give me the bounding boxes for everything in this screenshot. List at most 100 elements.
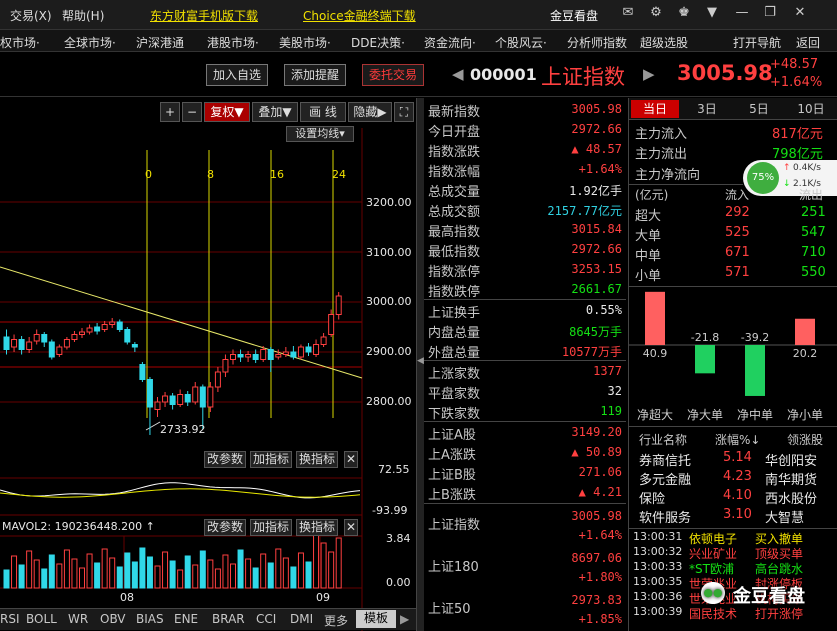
sector-name[interactable]: 软件服务 xyxy=(639,507,691,526)
sector-leader[interactable]: 大智慧 xyxy=(765,507,804,526)
shirt-icon[interactable]: ♚ xyxy=(674,5,694,23)
sector-hdr-pct[interactable]: 涨幅%↓ xyxy=(715,431,760,448)
nav-item[interactable]: 返回 xyxy=(796,34,820,51)
tab-dmi[interactable]: DMI xyxy=(290,612,313,626)
osc-switch-button[interactable]: 换指标 xyxy=(296,451,338,468)
volume-bar xyxy=(237,549,244,589)
candle-body xyxy=(48,341,55,358)
tab-today[interactable]: 当日 xyxy=(631,100,679,118)
osc-add-button[interactable]: 加指标 xyxy=(250,451,292,468)
tab-more[interactable]: 更多 xyxy=(324,612,348,629)
sector-leader[interactable]: 南华期货 xyxy=(765,469,817,488)
gear-icon[interactable]: ⚙ xyxy=(646,5,666,23)
tab-obv[interactable]: OBV xyxy=(100,612,126,626)
quote-value: +1.64% xyxy=(578,162,622,176)
tab-wr[interactable]: WR xyxy=(68,612,88,626)
menu-trade[interactable]: 交易(Ⅹ) xyxy=(10,7,52,24)
nav-item[interactable]: 个股风云· xyxy=(495,34,547,51)
sector-leader[interactable]: 西水股份 xyxy=(765,488,817,507)
vol-add-button[interactable]: 加指标 xyxy=(250,519,292,536)
osc-reset-button[interactable]: 改参数 xyxy=(204,451,246,468)
tab-5day[interactable]: 5日 xyxy=(735,100,783,118)
close-icon[interactable]: ✕ xyxy=(344,519,358,536)
nav-item[interactable]: 全球市场· xyxy=(64,34,116,51)
tab-ene[interactable]: ENE xyxy=(174,612,198,626)
volume-bar xyxy=(297,552,304,589)
net-label: 主力净流向 xyxy=(635,168,701,183)
volume-bar xyxy=(3,569,10,589)
nav-item[interactable]: 超级选股 xyxy=(640,34,688,51)
collapse-icon[interactable]: ◀ xyxy=(417,356,424,366)
related-index-row[interactable]: 上证180 8697.06 +1.80% xyxy=(424,548,626,588)
candle-body xyxy=(199,386,206,408)
tab-10day[interactable]: 10日 xyxy=(787,100,835,118)
quote-row: 下跌家数 119 xyxy=(424,401,626,422)
tab-cci[interactable]: CCI xyxy=(256,612,276,626)
tab-boll[interactable]: BOLL xyxy=(26,612,57,626)
close-icon[interactable]: ✕ xyxy=(790,5,810,23)
sector-hdr-leader[interactable]: 领涨股 xyxy=(787,431,823,448)
close-icon[interactable]: ✕ xyxy=(344,451,358,468)
add-watchlist-button[interactable]: 加入自选 xyxy=(206,64,268,86)
quote-key: 最新指数 xyxy=(428,105,481,120)
quote-value: 271.06 xyxy=(578,465,622,479)
related-price: 2973.83 xyxy=(571,593,622,607)
nav-item[interactable]: 沪深港通 xyxy=(136,34,184,51)
minimize-icon[interactable]: — xyxy=(732,5,752,23)
tab-3day[interactable]: 3日 xyxy=(683,100,731,118)
osc-line xyxy=(0,488,361,498)
add-alert-button[interactable]: 添加提醒 xyxy=(284,64,346,86)
nav-item[interactable]: 美股市场· xyxy=(279,34,331,51)
volume-bar xyxy=(139,547,146,589)
nav-item[interactable]: 港股市场· xyxy=(207,34,259,51)
sector-name[interactable]: 多元金融 xyxy=(639,469,691,488)
tab-rsi[interactable]: RSI xyxy=(0,612,20,626)
mail-icon[interactable]: ✉ xyxy=(618,5,638,23)
related-index-row[interactable]: 上证指数 3005.98 +1.64% xyxy=(424,506,626,546)
volume-bar xyxy=(260,553,267,589)
quote-value: 3253.15 xyxy=(571,262,622,276)
quote-value: ▲ 50.89 xyxy=(571,445,622,459)
candle-body xyxy=(297,346,304,358)
quote-value: 32 xyxy=(607,384,622,398)
sector-hdr-name[interactable]: 行业名称 xyxy=(639,431,687,448)
flow-row-in: 525 xyxy=(725,225,750,240)
related-index-row[interactable]: 上证50 2973.83 +1.85% xyxy=(424,590,626,630)
vol-reset-button[interactable]: 改参数 xyxy=(204,519,246,536)
next-icon[interactable]: ▶ xyxy=(643,65,655,83)
quote-row: 上证B股 271.06 xyxy=(424,462,626,483)
sector-leader[interactable]: 华创阳安 xyxy=(765,450,817,469)
window-title: 金豆看盘 xyxy=(550,9,599,23)
nav-item[interactable]: 资金流向· xyxy=(424,34,476,51)
nav-item[interactable]: 打开导航 xyxy=(733,34,781,51)
scroll-right-icon[interactable]: ▶ xyxy=(400,612,409,626)
menu-help[interactable]: 帮助(H) xyxy=(62,7,104,24)
tab-template[interactable]: 模板 xyxy=(356,610,396,628)
candle-body xyxy=(26,341,33,350)
nav-item[interactable]: DDE决策· xyxy=(351,34,405,51)
splitter[interactable]: ◀ xyxy=(417,98,424,631)
quote-row: 上A涨跌 ▲ 50.89 xyxy=(424,442,626,463)
sector-name[interactable]: 保险 xyxy=(639,488,665,507)
quote-key: 指数跌停 xyxy=(428,285,481,300)
sector-pct: 5.14 xyxy=(723,450,752,465)
prev-icon[interactable]: ◀ xyxy=(452,65,464,83)
candle-body xyxy=(101,324,108,330)
trade-button[interactable]: 委托交易 xyxy=(362,64,424,86)
flow-hdr-in: 流入 xyxy=(725,188,750,202)
sector-name[interactable]: 券商信托 xyxy=(639,450,691,469)
quote-value: 10577万手 xyxy=(561,345,622,359)
tab-bias[interactable]: BIAS xyxy=(136,612,164,626)
candle-body xyxy=(131,344,138,348)
time-mark: 16 xyxy=(270,168,284,181)
choice-download-link[interactable]: Choice金融终端下载 xyxy=(303,7,416,24)
vol-tick: 3.84 xyxy=(386,532,411,545)
vol-switch-button[interactable]: 换指标 xyxy=(296,519,338,536)
pin-icon[interactable]: ▼ xyxy=(702,5,722,23)
tab-brar[interactable]: BRAR xyxy=(212,612,245,626)
osc-top: 72.55 xyxy=(378,463,410,476)
restore-icon[interactable]: ❐ xyxy=(760,5,780,23)
nav-item[interactable]: 股权市场· xyxy=(0,34,40,51)
nav-item[interactable]: 分析师指数 xyxy=(567,34,627,51)
mobile-download-link[interactable]: 东方财富手机版下载 xyxy=(150,7,258,24)
